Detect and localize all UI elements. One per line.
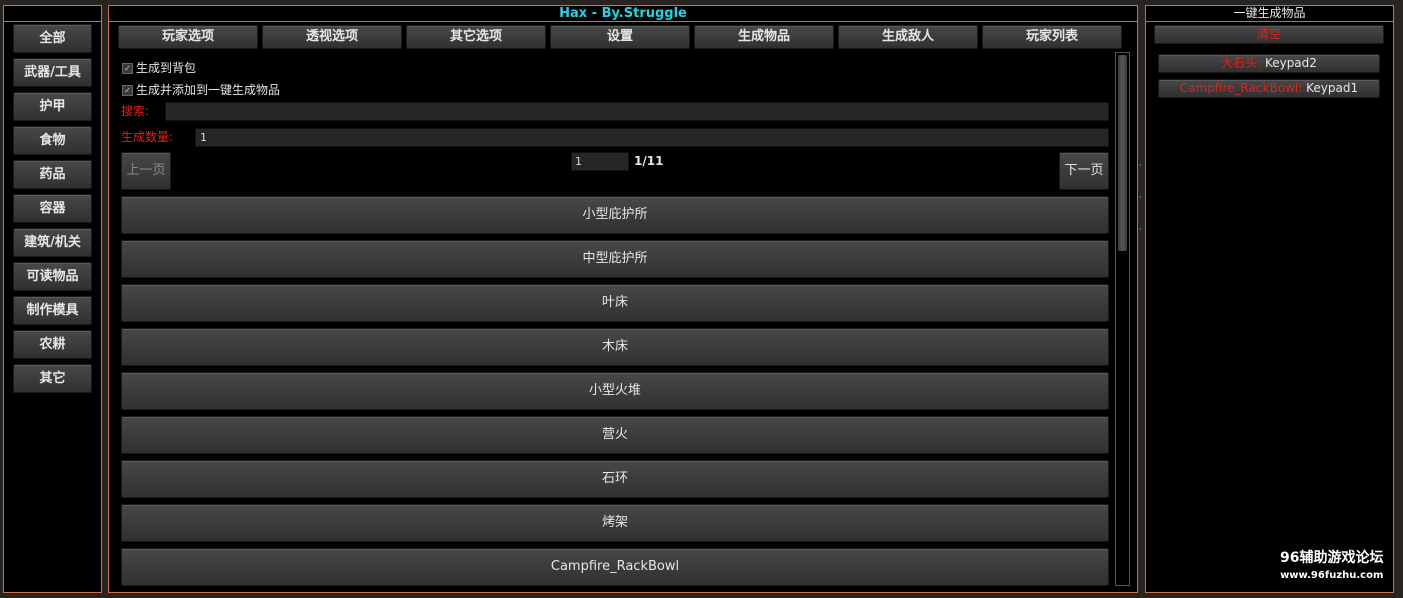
scrollbar-thumb[interactable] (1118, 55, 1127, 251)
quantity-input[interactable]: 1 (195, 128, 1109, 147)
quick-item-button[interactable]: 大石头: Keypad2 (1158, 54, 1380, 73)
category-building-button[interactable]: 建筑/机关 (13, 228, 92, 257)
category-medicine-button[interactable]: 药品 (13, 160, 92, 189)
clear-button[interactable]: 清空 (1154, 25, 1384, 44)
checkbox-checked-icon[interactable]: ✓ (122, 63, 133, 74)
category-armor-button[interactable]: 护甲 (13, 92, 92, 121)
spawn-to-bag-label: 生成到背包 (136, 61, 197, 75)
quick-item-key: Keypad2 (1264, 56, 1317, 70)
quick-item-key: Keypad1 (1306, 81, 1359, 95)
quick-spawn-panel: 一键生成物品 清空 大石头: Keypad2 Campfire_RackBowl… (1145, 5, 1394, 593)
tab-player-list[interactable]: 玩家列表 (982, 25, 1122, 49)
spawn-to-bag-option[interactable]: ✓ 生成到背包 (122, 60, 196, 76)
tab-esp-options[interactable]: 透视选项 (262, 25, 402, 49)
search-label: 搜索: (121, 104, 150, 118)
category-all-button[interactable]: 全部 (13, 24, 92, 53)
tab-other-options[interactable]: 其它选项 (406, 25, 546, 49)
spawn-and-add-label: 生成并添加到一键生成物品 (136, 83, 281, 97)
page-number-input[interactable]: 1 (571, 152, 629, 171)
tab-player-options[interactable]: 玩家选项 (118, 25, 258, 49)
forum-watermark: 96辅助游戏论坛 www.96fuzhu.com (1280, 547, 1383, 581)
page-total: 1/11 (634, 154, 664, 168)
quantity-label: 生成数量: (121, 130, 174, 144)
spawn-item-button[interactable]: 中型庇护所 (121, 240, 1109, 278)
category-other-button[interactable]: 其它 (13, 364, 92, 393)
category-food-button[interactable]: 食物 (13, 126, 92, 155)
spawn-item-button[interactable]: 石环 (121, 460, 1109, 498)
tab-spawn-enemies[interactable]: 生成敌人 (838, 25, 978, 49)
category-farming-button[interactable]: 农耕 (13, 330, 92, 359)
category-blueprint-button[interactable]: 制作模具 (13, 296, 92, 325)
spawn-item-button[interactable]: 营火 (121, 416, 1109, 454)
main-panel: Hax - By.Struggle 玩家选项 透视选项 其它选项 设置 生成物品… (108, 5, 1138, 593)
spawn-item-button[interactable]: 叶床 (121, 284, 1109, 322)
window-title: Hax - By.Struggle (109, 6, 1137, 22)
spawn-and-add-option[interactable]: ✓ 生成并添加到一键生成物品 (122, 82, 280, 98)
quick-item-name: Campfire_RackBowl: (1179, 81, 1303, 95)
category-readable-button[interactable]: 可读物品 (13, 262, 92, 291)
quick-item-name: 大石头: (1221, 56, 1262, 70)
category-weapons-button[interactable]: 武器/工具 (13, 58, 92, 87)
watermark-url: www.96fuzhu.com (1280, 570, 1384, 581)
prev-page-button[interactable]: 上一页 (121, 152, 171, 190)
spawn-item-button[interactable]: 小型庇护所 (121, 196, 1109, 234)
watermark-title: 96辅助游戏论坛 (1280, 550, 1384, 566)
item-list-scrollbar[interactable] (1115, 52, 1130, 586)
quick-spawn-title: 一键生成物品 (1146, 6, 1393, 22)
category-panel: 全部 武器/工具 护甲 食物 药品 容器 建筑/机关 可读物品 制作模具 农耕 … (3, 5, 102, 593)
quick-item-button[interactable]: Campfire_RackBowl: Keypad1 (1158, 79, 1380, 98)
spawn-item-button[interactable]: 小型火堆 (121, 372, 1109, 410)
category-container-button[interactable]: 容器 (13, 194, 92, 223)
tab-spawn-items[interactable]: 生成物品 (694, 25, 834, 49)
spawn-item-button[interactable]: 木床 (121, 328, 1109, 366)
checkbox-checked-icon[interactable]: ✓ (122, 85, 133, 96)
search-input[interactable] (165, 102, 1109, 121)
spawn-item-button[interactable]: 烤架 (121, 504, 1109, 542)
tab-settings[interactable]: 设置 (550, 25, 690, 49)
category-panel-header (4, 6, 101, 22)
spawn-item-button[interactable]: Campfire_RackBowl (121, 548, 1109, 586)
next-page-button[interactable]: 下一页 (1059, 152, 1109, 190)
